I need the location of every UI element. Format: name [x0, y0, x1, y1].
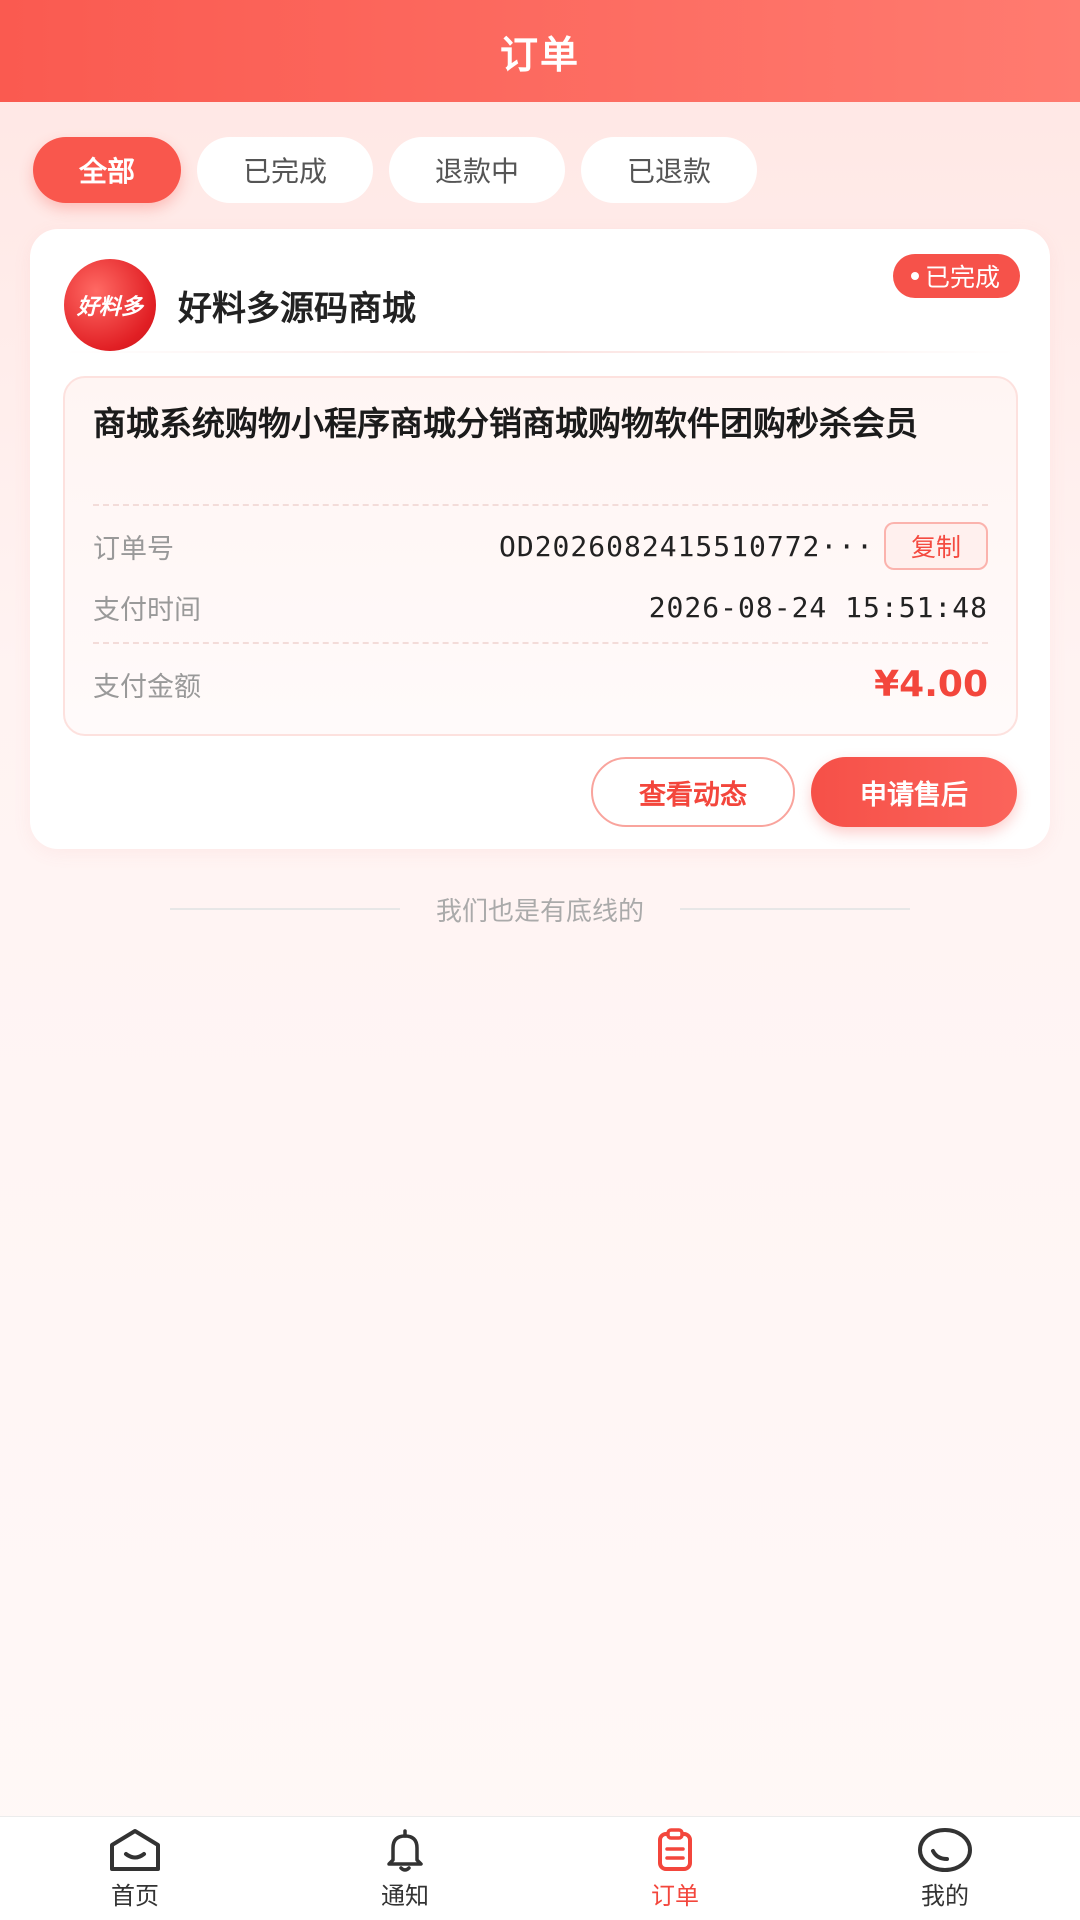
- view-status-button[interactable]: 查看动态: [591, 757, 795, 827]
- tabbar-label-home: 首页: [111, 1882, 159, 1910]
- pay-amount-row: 支付金额 ¥4.00: [93, 654, 988, 714]
- order-number-label: 订单号: [93, 533, 174, 565]
- order-number-value: OD2026082415510772···: [498, 529, 874, 563]
- copy-button[interactable]: 复制: [884, 522, 988, 570]
- order-icon: [645, 1826, 705, 1874]
- tabbar-label-order: 订单: [651, 1882, 699, 1910]
- status-dot-icon: [910, 272, 919, 280]
- status-badge: 已完成: [892, 254, 1020, 298]
- tab-refunding[interactable]: 退款中: [389, 137, 565, 203]
- list-end-text: 我们也是有底线的: [436, 896, 645, 927]
- order-detail-box: 商城系统购物小程序商城分销商城购物软件团购秒杀会员 订单号 OD20260824…: [63, 376, 1018, 736]
- tab-completed[interactable]: 已完成: [197, 137, 373, 203]
- pay-amount-value: ¥4.00: [874, 663, 988, 705]
- top-header: 订单: [0, 0, 1080, 102]
- pay-time-row: 支付时间 2026-08-24 15:51:48: [93, 585, 988, 629]
- shop-name: 好料多源码商城: [178, 288, 416, 329]
- tabbar-label-mine: 我的: [921, 1882, 969, 1910]
- pay-time-label: 支付时间: [93, 594, 201, 626]
- pay-amount-label: 支付金额: [93, 671, 201, 703]
- shop-row: 好料多 好料多源码商城: [64, 257, 1016, 353]
- apply-aftersale-button[interactable]: 申请售后: [811, 757, 1017, 827]
- product-title: 商城系统购物小程序商城分销商城购物软件团购秒杀会员: [93, 404, 918, 443]
- status-text: 已完成: [924, 263, 1000, 292]
- end-line-right: [680, 908, 911, 910]
- home-icon: [105, 1826, 165, 1874]
- order-filter-tabs: 全部 已完成 退款中 已退款: [33, 137, 757, 203]
- page-title: 订单: [499, 32, 580, 77]
- list-end-indicator: 我们也是有底线的: [170, 887, 911, 931]
- tabbar-item-order[interactable]: 订单: [540, 1817, 810, 1920]
- order-card: 好料多 好料多源码商城 已完成 商城系统购物小程序商城分销商城购物软件团购秒杀会…: [30, 229, 1050, 849]
- divider: [64, 351, 1016, 353]
- order-actions: 查看动态 申请售后: [591, 757, 1017, 827]
- tabbar-item-mine[interactable]: 我的: [810, 1817, 1080, 1920]
- end-line-left: [170, 908, 400, 910]
- dashed-divider: [93, 642, 988, 644]
- order-number-row: 订单号 OD2026082415510772··· 复制: [93, 521, 988, 571]
- dashed-divider: [93, 504, 988, 506]
- tab-refunded[interactable]: 已退款: [581, 137, 757, 203]
- tabbar-item-home[interactable]: 首页: [0, 1817, 270, 1920]
- tabbar-label-notice: 通知: [381, 1882, 429, 1910]
- pay-time-value: 2026-08-24 15:51:48: [648, 590, 988, 624]
- bottom-tabbar: 首页 通知 订单 我的: [0, 1816, 1080, 1920]
- tab-all[interactable]: 全部: [33, 137, 181, 203]
- bell-icon: [375, 1826, 435, 1874]
- shop-logo: 好料多: [64, 259, 156, 351]
- user-icon: [915, 1826, 975, 1874]
- tabbar-item-notice[interactable]: 通知: [270, 1817, 540, 1920]
